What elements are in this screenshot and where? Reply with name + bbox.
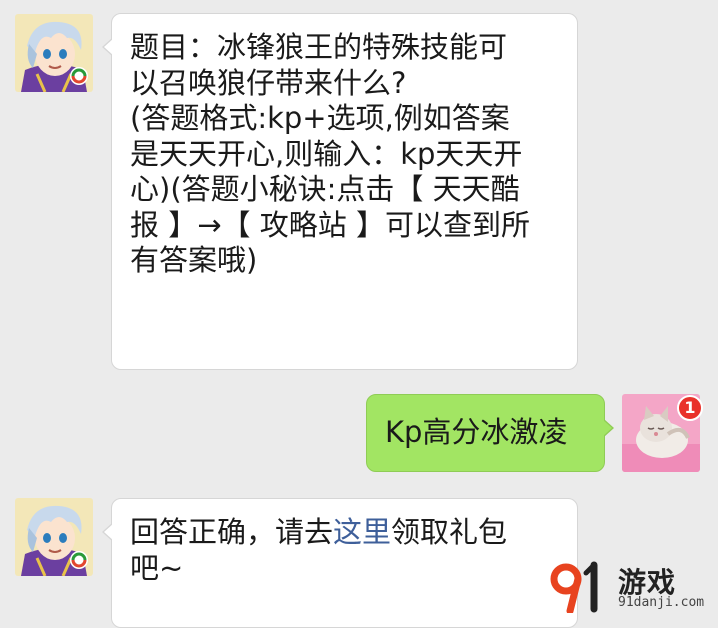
message-line: (答题格式:kp+选项,例如答案	[130, 101, 510, 135]
bot-avatar[interactable]	[15, 498, 93, 576]
message-line: 题目：冰锋狼王的特殊技能可	[130, 30, 508, 64]
watermark: 游戏 91danji.com	[546, 559, 708, 613]
message-line: 是天天开心,则输入：kp天天开	[130, 136, 523, 171]
answer-message-bubble[interactable]: Kp高分冰激凌	[366, 394, 614, 472]
reply-message-bubble[interactable]: 回答正确，请去这里领取礼包 吧~	[102, 498, 578, 628]
bot-avatar[interactable]	[15, 14, 93, 92]
watermark-url: 91danji.com	[618, 595, 705, 610]
unread-count-badge: 1	[677, 395, 703, 421]
reply-text-after-link: 领取礼包	[391, 515, 508, 549]
answer-text: Kp高分冰激凌	[385, 415, 568, 449]
anime-character-avatar-icon	[15, 498, 93, 576]
message-line: 有答案哦)	[130, 243, 258, 277]
reply-text-before-link: 回答正确，请去	[130, 515, 334, 549]
message-line: 心)(答题小秘诀:点击【 天天酷	[130, 172, 520, 206]
question-message-bubble[interactable]: 题目：冰锋狼王的特殊技能可 以召唤狼仔带来什么? (答题格式:kp+选项,例如答…	[102, 13, 578, 370]
91-logo-icon	[550, 561, 598, 613]
claim-gift-link[interactable]: 这里	[333, 515, 391, 549]
message-line: 回答正确，请去这里领取礼包	[130, 515, 559, 551]
anime-character-avatar-icon	[15, 14, 93, 92]
message-line: 吧~	[130, 550, 184, 585]
message-line: 以召唤狼仔带来什么?	[130, 65, 407, 100]
message-line: 报 】→【 攻略站 】可以查到所	[130, 207, 530, 242]
